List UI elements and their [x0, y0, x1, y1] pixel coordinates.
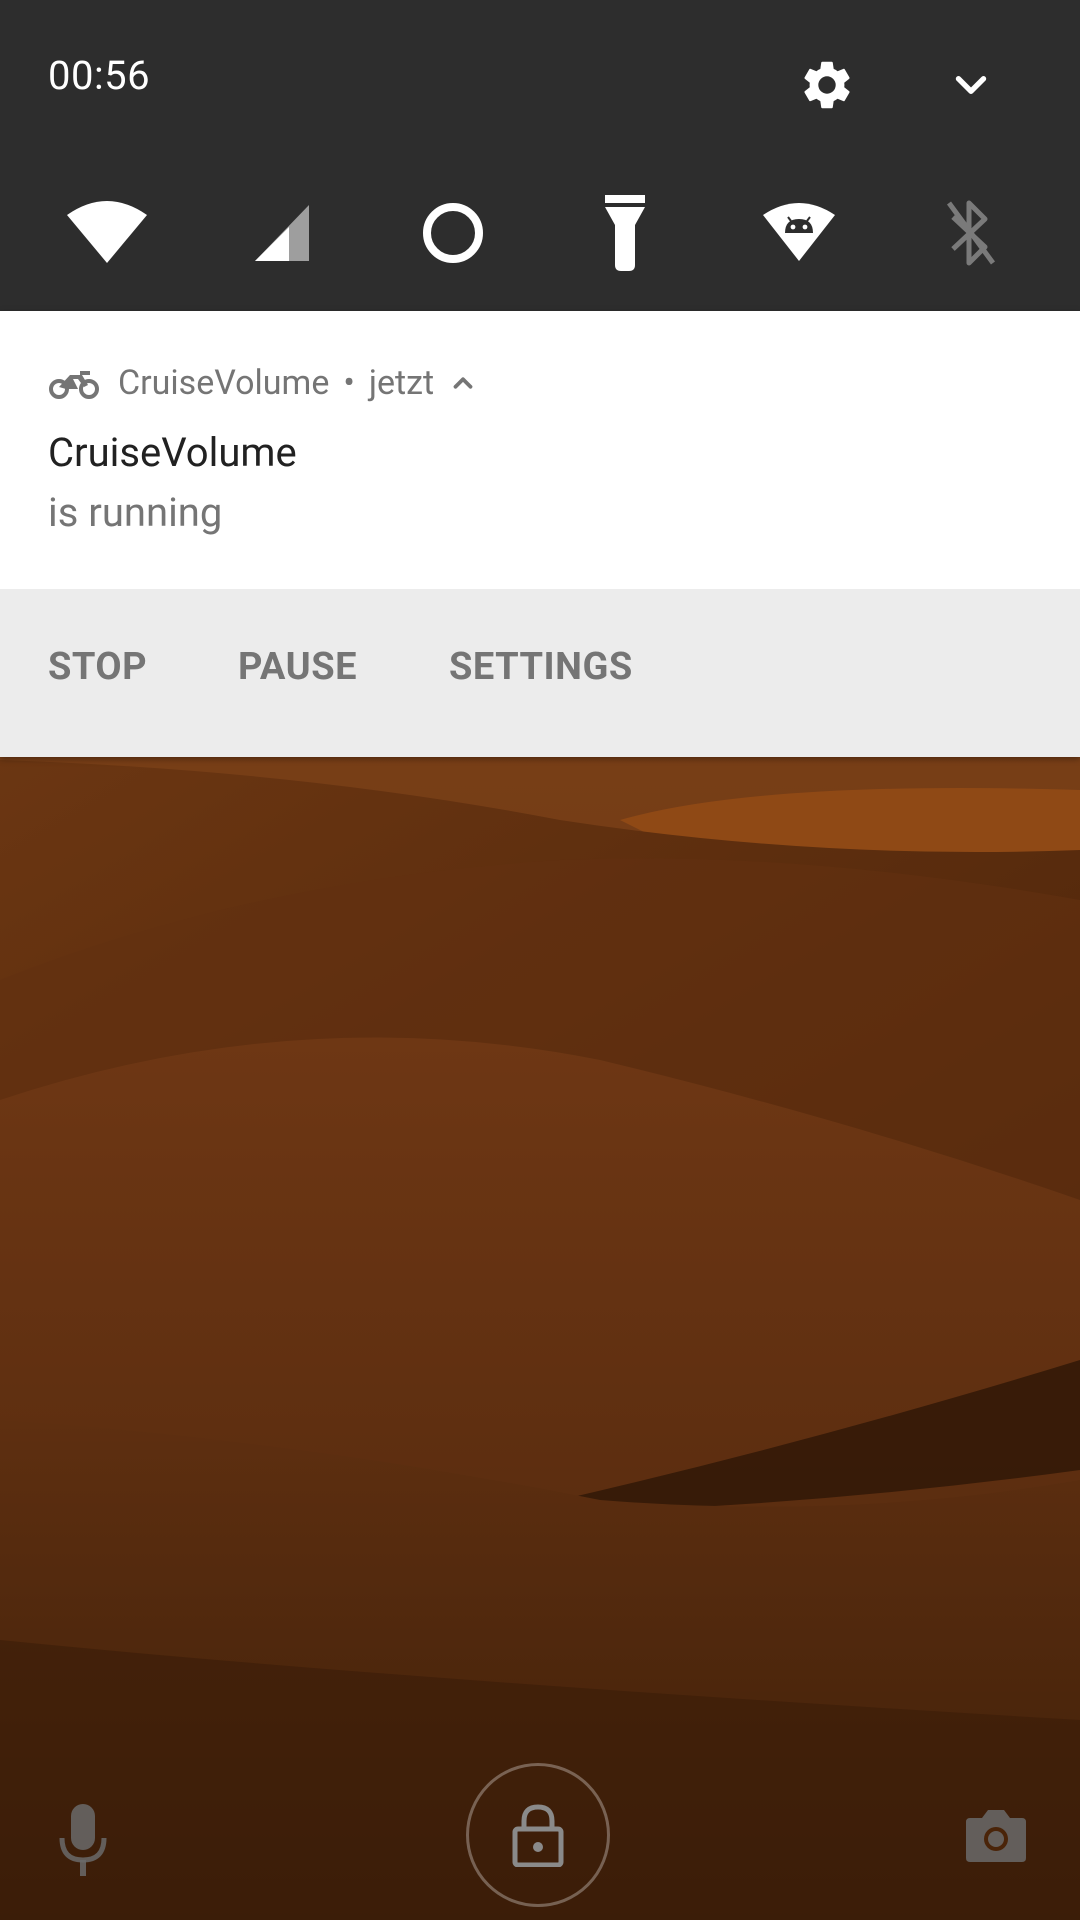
- clock-time: 00:56: [48, 52, 151, 99]
- gear-icon: [804, 61, 850, 109]
- motorcycle-icon: [49, 371, 99, 399]
- tile-flashlight[interactable]: [582, 190, 668, 276]
- hotspot-icon: [763, 203, 835, 261]
- wifi-icon: [67, 201, 147, 263]
- bluetooth-disabled-icon: [946, 200, 996, 266]
- data-saver-icon: [423, 203, 483, 263]
- lock-icon: [512, 1804, 564, 1867]
- expand-quick-settings-button[interactable]: [946, 60, 996, 110]
- cellular-signal-icon: [255, 205, 309, 261]
- tile-hotspot[interactable]: [756, 190, 842, 276]
- microphone-icon[interactable]: [54, 1800, 112, 1880]
- pause-button[interactable]: PAUSE: [238, 645, 357, 689]
- quick-settings-header: 00:56: [0, 0, 1080, 311]
- notification-body[interactable]: CruiseVolume • jetzt CruiseVolume is run…: [0, 311, 1080, 589]
- notification-separator: •: [343, 363, 355, 403]
- unlock-button[interactable]: [466, 1763, 610, 1907]
- notification-card[interactable]: CruiseVolume • jetzt CruiseVolume is run…: [0, 311, 1080, 757]
- chevron-down-icon: [955, 76, 987, 94]
- notification-title: CruiseVolume: [48, 429, 297, 476]
- stop-button[interactable]: STOP: [48, 645, 147, 689]
- chevron-up-icon[interactable]: [448, 368, 478, 398]
- flashlight-icon: [605, 195, 645, 271]
- notification-header: CruiseVolume • jetzt: [48, 361, 478, 405]
- settings-gear-button[interactable]: [798, 56, 856, 114]
- tile-data-saver[interactable]: [410, 190, 496, 276]
- camera-icon[interactable]: [964, 1806, 1028, 1864]
- tile-wifi[interactable]: [64, 190, 150, 276]
- notification-text: is running: [48, 489, 223, 536]
- settings-button[interactable]: SETTINGS: [449, 645, 633, 689]
- notification-time: jetzt: [368, 363, 435, 403]
- tile-cellular[interactable]: [238, 190, 324, 276]
- notification-app-name: CruiseVolume: [118, 363, 330, 403]
- notification-actions: STOP PAUSE SETTINGS: [0, 589, 1080, 757]
- tile-bluetooth[interactable]: [928, 190, 1014, 276]
